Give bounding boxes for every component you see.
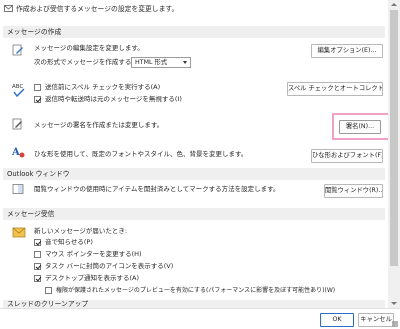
reading-pane-text: 閲覧ウィンドウの使用時にアイテムを開封済みとしてマークする方法を設定します。: [34, 185, 280, 193]
cancel-button[interactable]: キャンセル: [358, 313, 394, 327]
section-cleanup-header: スレッドのクリーンアップ: [3, 300, 385, 308]
section-title: メッセージの作成: [7, 28, 62, 36]
scroll-down-icon[interactable]: [391, 302, 397, 305]
section-receive-header: メッセージ受信: [3, 208, 385, 220]
signature-text: メッセージの署名を作成または変更します。: [34, 121, 164, 129]
stationery-fonts-button[interactable]: ひな形およびフォント(F)...: [311, 149, 383, 163]
header-description: 作成および受信するメッセージの設定を変更します。: [16, 5, 179, 13]
desktop-alert-label: デスクトップ通知を表示する(A): [45, 274, 140, 282]
compose-format-label: 次の形式でメッセージを作成する(C):: [34, 58, 144, 66]
editor-options-button[interactable]: 編集オプション(E)...: [311, 44, 383, 58]
reading-pane-button[interactable]: 閲覧ウィンドウ(R)...: [324, 184, 383, 198]
stationery-text: ひな形を使用して、既定のフォントやスタイル、色、背景を変更します。: [34, 150, 248, 158]
spell-check-checkbox[interactable]: [34, 84, 41, 91]
taskbar-envelope-checkbox[interactable]: [34, 263, 41, 270]
change-pointer-checkbox[interactable]: [34, 251, 41, 258]
taskbar-envelope-label: タスク バーに封筒のアイコンを表示する(V): [45, 262, 174, 270]
ignore-original-checkbox[interactable]: [34, 96, 41, 103]
ok-button[interactable]: OK: [320, 313, 354, 327]
play-sound-label: 音で知らせる(P): [45, 238, 93, 246]
stationery-font-icon: A: [11, 145, 26, 159]
desktop-alert-checkbox[interactable]: [34, 275, 41, 282]
ignore-original-label: 返信時や転送時は元のメッセージを無視する(I): [45, 95, 182, 103]
rights-protected-preview-checkbox[interactable]: [45, 287, 52, 294]
compose-format-select[interactable]: HTML 形式: [131, 57, 191, 68]
spelling-abc-icon: ABC: [12, 82, 26, 98]
new-message-text: 新しいメッセージが届いたとき:: [34, 227, 128, 235]
editor-settings-text: メッセージの編集設定を変更します。: [34, 44, 144, 52]
rights-protected-preview-label: 権限が保護されたメッセージのプレビューを有効にする(パフォーマンスに影響を及ぼす…: [56, 287, 336, 294]
pencil-document-icon: [12, 44, 24, 56]
dialog-footer: OK キャンセル: [0, 308, 400, 329]
reading-pane-icon: [12, 183, 24, 195]
section-title: スレッドのクリーンアップ: [7, 300, 89, 308]
section-compose-header: メッセージの作成: [3, 26, 385, 38]
section-title: メッセージ受信: [7, 210, 55, 218]
scroll-up-icon[interactable]: [391, 3, 397, 6]
scroll-thumb[interactable]: [390, 10, 398, 266]
spelling-autocorrect-button[interactable]: スペル チェックとオートコレクト(S)...: [287, 82, 383, 96]
spell-check-label: 送信前にスペル チェックを実行する(A): [45, 83, 161, 91]
resize-grip-icon[interactable]: [392, 321, 398, 327]
svg-text:ABC: ABC: [12, 84, 23, 90]
compose-format-value: HTML 形式: [135, 59, 168, 66]
signature-pen-icon: [12, 118, 24, 130]
mail-settings-icon: [4, 4, 13, 13]
section-title: Outlook ウィンドウ: [7, 170, 70, 178]
change-pointer-label: マウス ポインターを変更する(H): [45, 250, 142, 258]
new-mail-envelope-icon: [12, 225, 26, 239]
section-outlook-pane-header: Outlook ウィンドウ: [3, 168, 385, 180]
chevron-down-icon: [183, 61, 187, 64]
play-sound-checkbox[interactable]: [34, 239, 41, 246]
svg-text:A: A: [12, 147, 20, 158]
vertical-scrollbar[interactable]: [388, 0, 400, 308]
signature-button[interactable]: 署名(N)...: [339, 120, 381, 134]
